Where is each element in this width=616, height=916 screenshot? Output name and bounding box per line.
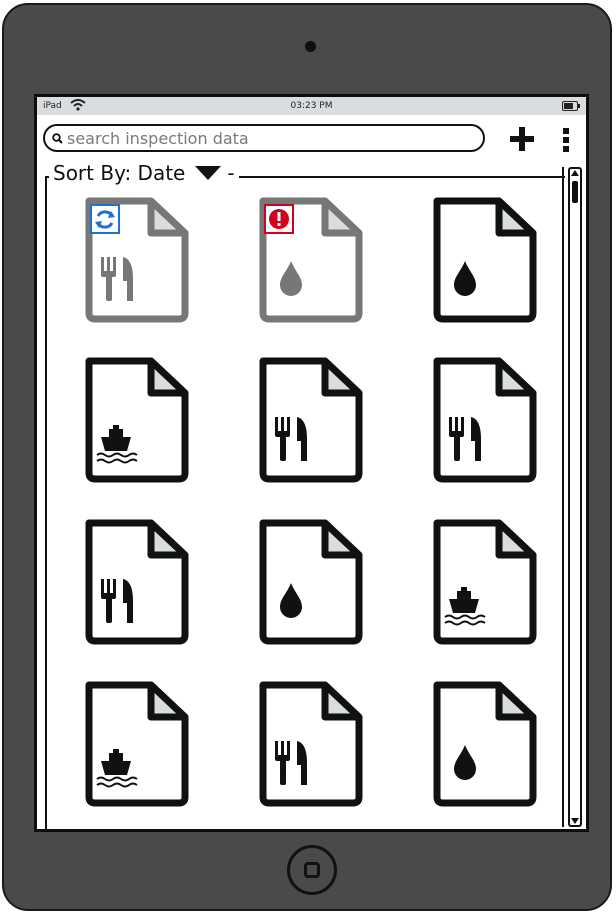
inspection-document[interactable]	[81, 355, 193, 485]
sync-icon	[90, 204, 120, 234]
scroll-down-icon[interactable]	[571, 818, 579, 824]
document-icon	[85, 197, 189, 323]
alert-icon	[264, 204, 294, 234]
document-icon	[85, 681, 189, 807]
document-icon	[433, 519, 537, 645]
document-icon	[85, 519, 189, 645]
add-icon[interactable]	[507, 124, 537, 154]
inspection-document[interactable]	[255, 517, 367, 647]
search-bar[interactable]	[43, 124, 485, 152]
inspection-document[interactable]	[255, 355, 367, 485]
clock: 03:23 PM	[290, 101, 333, 111]
document-icon	[433, 357, 537, 483]
document-icon	[433, 681, 537, 807]
inspection-document[interactable]	[429, 679, 541, 809]
inspection-document[interactable]	[255, 679, 367, 809]
sort-label: Sort By: Date	[53, 161, 186, 185]
inspection-document[interactable]	[429, 355, 541, 485]
home-button[interactable]	[287, 845, 337, 895]
scrollbar[interactable]	[568, 167, 582, 827]
inspection-document[interactable]	[429, 195, 541, 325]
grid-frame-divider	[562, 167, 564, 827]
battery-icon	[562, 101, 580, 111]
sort-suffix: -	[227, 161, 235, 185]
document-icon	[259, 681, 363, 807]
scroll-thumb[interactable]	[572, 181, 578, 203]
inspection-document[interactable]	[81, 679, 193, 809]
search-icon	[52, 133, 63, 144]
chevron-down-icon	[195, 166, 222, 180]
search-input[interactable]	[67, 128, 467, 148]
scroll-up-icon[interactable]	[571, 170, 579, 176]
sort-dropdown[interactable]: Sort By: Date -	[49, 161, 239, 185]
screen: iPad 03:23 PM search inspection data Sor…	[34, 94, 589, 832]
document-icon	[259, 357, 363, 483]
status-bar: iPad 03:23 PM	[37, 97, 586, 115]
document-grid	[81, 195, 559, 815]
document-icon	[433, 197, 537, 323]
inspection-document[interactable]	[81, 195, 193, 325]
document-icon	[85, 357, 189, 483]
document-icon	[259, 197, 363, 323]
inspection-document[interactable]	[255, 195, 367, 325]
inspection-document[interactable]	[429, 517, 541, 647]
home-square-icon	[304, 862, 320, 878]
inspection-document[interactable]	[81, 517, 193, 647]
camera	[305, 41, 316, 52]
tablet-device: iPad 03:23 PM search inspection data Sor…	[2, 3, 612, 911]
document-icon	[259, 519, 363, 645]
more-vertical-icon[interactable]	[557, 125, 575, 155]
